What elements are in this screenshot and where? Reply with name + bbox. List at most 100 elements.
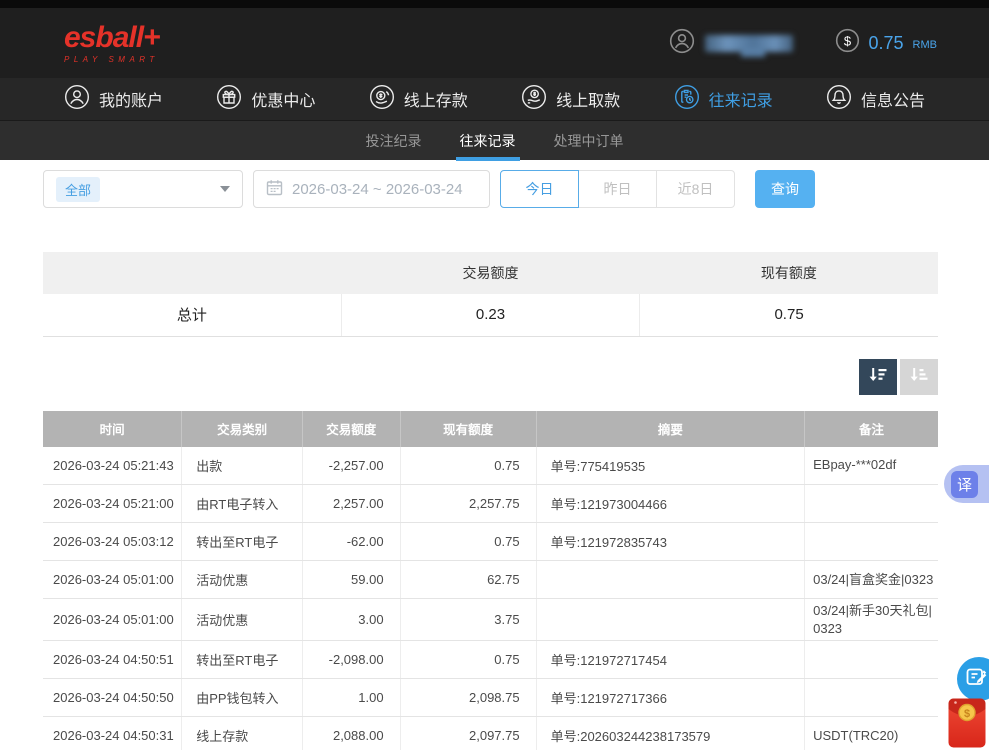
header-right: $ 0.75 RMB <box>669 28 938 59</box>
gift-icon <box>216 84 242 115</box>
chevron-down-icon <box>220 186 230 192</box>
cell-type: 转出至RT电子 <box>182 523 303 561</box>
cell-balance: 0.75 <box>400 523 536 561</box>
table-row: 2026-03-24 05:21:43出款-2,257.000.75单号:775… <box>43 447 938 485</box>
sort-row <box>43 359 938 395</box>
nav-item-withdraw[interactable]: 线上取款 <box>521 84 620 115</box>
top-strip <box>0 0 989 8</box>
user-account[interactable] <box>669 28 793 59</box>
filter-row: 全部 2026-03-24 ~ 2026-03-24 今日 昨日 近8日 查询 <box>43 170 938 208</box>
cell-remark <box>805 523 938 561</box>
nav-label: 线上取款 <box>556 87 620 111</box>
deposit-coin-icon <box>369 84 395 115</box>
cell-amount: 2,257.00 <box>303 485 401 523</box>
cell-balance: 0.75 <box>400 641 536 679</box>
sort-ascending-button[interactable] <box>900 359 938 395</box>
balance[interactable]: $ 0.75 RMB <box>835 28 938 58</box>
table-row: 2026-03-24 04:50:31线上存款2,088.002,097.75单… <box>43 717 938 750</box>
cell-remark: 03/24|盲盒奖金|0323 <box>805 561 938 599</box>
balance-currency: RMB <box>913 36 937 51</box>
tab-transaction-records[interactable]: 往来记录 <box>458 121 518 161</box>
column-header: 时间 <box>43 411 182 447</box>
logo-text: esball+ <box>64 23 160 53</box>
summary-total-label: 总计 <box>43 294 341 336</box>
cell-amount: 1.00 <box>303 679 401 717</box>
cell-remark: 03/24|新手30天礼包|0323 <box>805 599 938 641</box>
main-nav: 我的账户 优惠中心 <box>0 78 989 120</box>
date-range-input[interactable]: 2026-03-24 ~ 2026-03-24 <box>253 170 490 208</box>
summary-header-current: 现有额度 <box>640 252 938 294</box>
nav-item-announcements[interactable]: 信息公告 <box>826 84 925 115</box>
date-range-value: 2026-03-24 ~ 2026-03-24 <box>292 181 463 198</box>
cell-type: 转出至RT电子 <box>182 641 303 679</box>
cell-balance: 62.75 <box>400 561 536 599</box>
cell-amount: 2,088.00 <box>303 717 401 750</box>
summary-header-transaction: 交易额度 <box>341 252 639 294</box>
cell-remark <box>805 641 938 679</box>
cell-remark: EBpay-***02df <box>805 447 938 485</box>
table-row: 2026-03-24 05:01:00活动优惠59.0062.7503/24|盲… <box>43 561 938 599</box>
summary-current-total: 0.75 <box>640 294 938 336</box>
dollar-coin-icon: $ <box>835 28 860 58</box>
table-row: 2026-03-24 04:50:51转出至RT电子-2,098.000.75单… <box>43 641 938 679</box>
nav-item-my-account[interactable]: 我的账户 <box>64 84 163 115</box>
cell-time: 2026-03-24 04:50:51 <box>43 641 182 679</box>
last-8-days-button[interactable]: 近8日 <box>656 170 735 208</box>
bell-icon <box>826 84 852 115</box>
sort-descending-button[interactable] <box>859 359 897 395</box>
feedback-edit-widget[interactable] <box>957 657 989 701</box>
red-envelope-icon: $ <box>948 735 986 750</box>
avatar-icon <box>669 28 695 59</box>
sort-descending-icon <box>867 364 889 389</box>
cell-balance: 3.75 <box>400 599 536 641</box>
cell-summary: 单号:121972835743 <box>536 523 805 561</box>
tab-pending-orders[interactable]: 处理中订单 <box>552 121 626 161</box>
nav-label: 我的账户 <box>99 87 163 111</box>
table-row: 2026-03-24 05:01:00活动优惠3.003.7503/24|新手3… <box>43 599 938 641</box>
search-button[interactable]: 查询 <box>755 170 815 208</box>
logo-tagline: PLAY SMART <box>64 55 160 64</box>
sort-ascending-icon <box>908 364 930 389</box>
withdraw-coin-icon <box>521 84 547 115</box>
cell-balance: 2,098.75 <box>400 679 536 717</box>
red-envelope-widget[interactable]: $ <box>948 698 986 750</box>
cell-type: 由PP钱包转入 <box>182 679 303 717</box>
nav-label: 优惠中心 <box>251 87 315 111</box>
calendar-icon <box>266 179 283 200</box>
cell-amount: -62.00 <box>303 523 401 561</box>
cell-type: 活动优惠 <box>182 561 303 599</box>
site-header: esball+ PLAY SMART $ <box>0 8 989 78</box>
quick-date-group: 今日 昨日 近8日 <box>500 170 735 208</box>
edit-note-icon <box>964 664 989 695</box>
transaction-type-dropdown[interactable]: 全部 <box>43 170 243 208</box>
column-header: 备注 <box>805 411 938 447</box>
cell-type: 出款 <box>182 447 303 485</box>
column-header: 摘要 <box>536 411 805 447</box>
logo[interactable]: esball+ PLAY SMART <box>64 23 160 64</box>
cell-time: 2026-03-24 04:50:50 <box>43 679 182 717</box>
cell-time: 2026-03-24 05:01:00 <box>43 599 182 641</box>
table-row: 2026-03-24 05:21:00由RT电子转入2,257.002,257.… <box>43 485 938 523</box>
content: 全部 2026-03-24 ~ 2026-03-24 今日 昨日 近8日 查询 <box>43 170 938 750</box>
username-blurred <box>705 35 793 52</box>
translate-widget[interactable]: 译 <box>944 465 989 503</box>
summary-total-row: 总计 0.23 0.75 <box>43 294 938 336</box>
page: esball+ PLAY SMART $ <box>0 0 989 750</box>
summary-transaction-total: 0.23 <box>341 294 639 336</box>
tab-betting-records[interactable]: 投注纪录 <box>364 121 424 161</box>
cell-remark: USDT(TRC20) <box>805 717 938 750</box>
cell-remark <box>805 485 938 523</box>
cell-summary <box>536 561 805 599</box>
nav-label: 信息公告 <box>861 87 925 111</box>
cell-summary: 单号:121973004466 <box>536 485 805 523</box>
records-clipboard-icon <box>674 84 700 115</box>
nav-item-deposit[interactable]: 线上存款 <box>369 84 468 115</box>
yesterday-button[interactable]: 昨日 <box>578 170 657 208</box>
nav-item-promotions[interactable]: 优惠中心 <box>216 84 315 115</box>
cell-amount: 59.00 <box>303 561 401 599</box>
today-button[interactable]: 今日 <box>500 170 579 208</box>
cell-summary: 单号:202603244238173579 <box>536 717 805 750</box>
translate-icon: 译 <box>951 471 978 498</box>
nav-item-transaction-records[interactable]: 往来记录 <box>674 84 773 115</box>
cell-type: 由RT电子转入 <box>182 485 303 523</box>
